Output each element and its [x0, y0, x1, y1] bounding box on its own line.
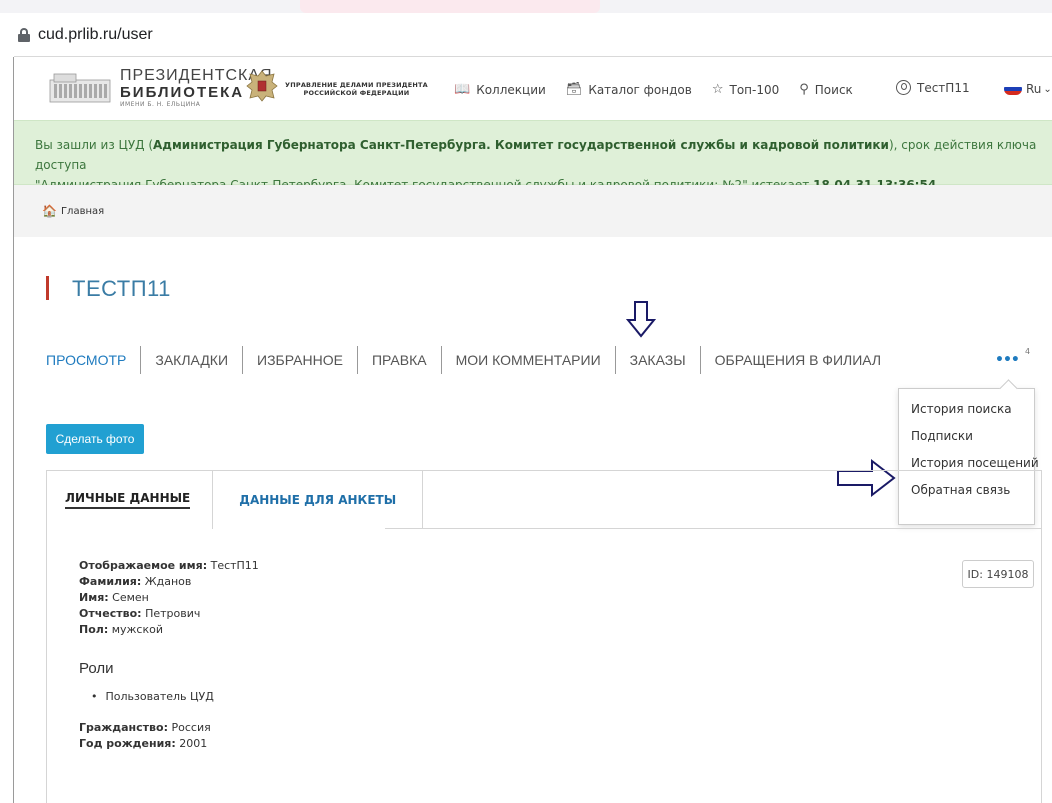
field-gender: Пол: мужской: [79, 622, 259, 638]
breadcrumb-home[interactable]: Главная: [61, 206, 104, 217]
annotation-arrow-down-icon: [626, 301, 656, 338]
nav-collections-label: Коллекции: [476, 82, 546, 97]
notice-org: Администрация Губернатора Санкт-Петербур…: [153, 138, 889, 152]
tab-personal-data-label: ЛИЧНЫЕ ДАННЫЕ: [65, 491, 191, 509]
user-menu[interactable]: ТестП11: [896, 80, 970, 95]
catalog-icon: 🗃: [565, 82, 583, 97]
home-icon[interactable]: 🏠: [42, 204, 57, 218]
nav-catalog[interactable]: 🗃 Каталог фондов: [566, 82, 692, 97]
dropdown-item-search-history[interactable]: История поиска: [899, 399, 1034, 426]
tab-favorites[interactable]: ИЗБРАННОЕ: [242, 346, 357, 374]
book-icon: 📖: [454, 82, 471, 97]
lock-icon: [18, 27, 30, 42]
tab-comments[interactable]: МОИ КОММЕНТАРИИ: [440, 346, 615, 374]
nav-top100[interactable]: ☆ Топ-100: [712, 82, 779, 97]
address-bar[interactable]: cud.prlib.ru/user: [14, 13, 1052, 57]
breadcrumb: 🏠 Главная: [14, 185, 1052, 237]
chevron-down-icon: ⌄: [1043, 83, 1052, 95]
field-label: Имя:: [79, 591, 109, 604]
content-tabs: ЛИЧНЫЕ ДАННЫЕ ДАННЫЕ ДЛЯ АНКЕТЫ: [47, 471, 424, 529]
field-value: 2001: [179, 737, 208, 750]
nav-catalog-label: Каталог фондов: [588, 82, 692, 97]
admin-text: УПРАВЛЕНИЕ ДЕЛАМИ ПРЕЗИДЕНТА РОССИЙСКОЙ …: [285, 81, 428, 98]
field-value: Россия: [171, 721, 211, 734]
browser-tab-strip: [0, 0, 1052, 13]
field-value: мужской: [111, 623, 164, 636]
personal-fields: Отображаемое имя: ТестП11 Фамилия: Ждано…: [79, 558, 259, 638]
more-count-badge: 4: [1025, 347, 1031, 356]
role-list-item: Пользователь ЦУД: [91, 690, 214, 703]
tab-branch[interactable]: ОБРАЩЕНИЯ В ФИЛИАЛ: [699, 346, 895, 374]
search-icon: ⚲: [799, 82, 809, 97]
tab-bookmarks[interactable]: ЗАКЛАДКИ: [140, 346, 242, 374]
field-value: Петрович: [145, 607, 201, 620]
nav-top100-label: Топ-100: [729, 82, 780, 97]
url-text[interactable]: cud.prlib.ru/user: [38, 26, 153, 44]
field-value: Жданов: [144, 575, 192, 588]
nav-search[interactable]: ⚲ Поиск: [799, 82, 853, 97]
field-value: ТестП11: [210, 559, 259, 572]
dropdown-item-subscriptions[interactable]: Подписки: [899, 426, 1034, 453]
tab-edit[interactable]: ПРАВКА: [356, 346, 441, 374]
roles-heading: Роли: [79, 660, 114, 677]
language-label: Ru: [1026, 82, 1042, 96]
field-value: Семен: [112, 591, 149, 604]
star-icon: ☆: [711, 82, 724, 97]
access-notice: Вы зашли из ЦУД (Администрация Губернато…: [14, 120, 1052, 192]
field-label: Отображаемое имя:: [79, 559, 208, 572]
field-label: Год рождения:: [79, 737, 176, 750]
tab-orders[interactable]: ЗАКАЗЫ: [614, 346, 700, 374]
field-surname: Фамилия: Жданов: [79, 574, 259, 590]
admin-line-2: РОССИЙСКОЙ ФЕДЕРАЦИИ: [303, 88, 410, 97]
extra-fields: Гражданство: Россия Год рождения: 2001: [79, 720, 211, 752]
field-patronymic: Отчество: Петрович: [79, 606, 259, 622]
tabs-divider: [385, 528, 1042, 529]
notice-prefix: Вы зашли из ЦУД (: [35, 138, 154, 152]
take-photo-button[interactable]: Сделать фото: [46, 424, 144, 454]
coat-of-arms-icon: [246, 70, 278, 102]
field-label: Отчество:: [79, 607, 142, 620]
user-icon: [896, 80, 911, 95]
tab-personal-data[interactable]: ЛИЧНЫЕ ДАННЫЕ: [47, 471, 214, 529]
title-accent-bar: [46, 276, 49, 300]
profile-tabs: ПРОСМОТР ЗАКЛАДКИ ИЗБРАННОЕ ПРАВКА МОИ К…: [46, 346, 895, 374]
nav-search-label: Поиск: [814, 82, 853, 97]
russia-flag-icon: [1004, 83, 1022, 95]
field-birth-year: Год рождения: 2001: [79, 736, 211, 752]
nav-collections[interactable]: 📖 Коллекции: [454, 82, 546, 97]
field-display-name: Отображаемое имя: ТестП11: [79, 558, 259, 574]
tab-survey-data-label: ДАННЫЕ ДЛЯ АНКЕТЫ: [239, 493, 397, 507]
field-label: Фамилия:: [79, 575, 142, 588]
more-menu-icon[interactable]: •••: [995, 352, 1020, 368]
language-switcher[interactable]: Ru ⌄: [1004, 82, 1052, 96]
field-label: Пол:: [79, 623, 109, 636]
tab-survey-data[interactable]: ДАННЫЕ ДЛЯ АНКЕТЫ: [213, 471, 424, 529]
site-header: ПРЕЗИДЕНТСКАЯ БИБЛИОТЕКА ИМЕНИ Б. Н. ЕЛЬ…: [14, 58, 1052, 120]
user-name: ТестП11: [917, 80, 970, 95]
main-nav: 📖 Коллекции 🗃 Каталог фондов ☆ Топ-100 ⚲ Пои…: [454, 82, 873, 97]
user-id-badge: ID: 149108: [962, 560, 1034, 588]
field-citizenship: Гражданство: Россия: [79, 720, 211, 736]
browser-tab[interactable]: [300, 0, 600, 13]
field-name: Имя: Семен: [79, 590, 259, 606]
field-label: Гражданство:: [79, 721, 168, 734]
page-title: ТЕСТП11: [72, 276, 171, 301]
tab-view[interactable]: ПРОСМОТР: [46, 346, 140, 374]
library-building-icon: [49, 73, 111, 103]
